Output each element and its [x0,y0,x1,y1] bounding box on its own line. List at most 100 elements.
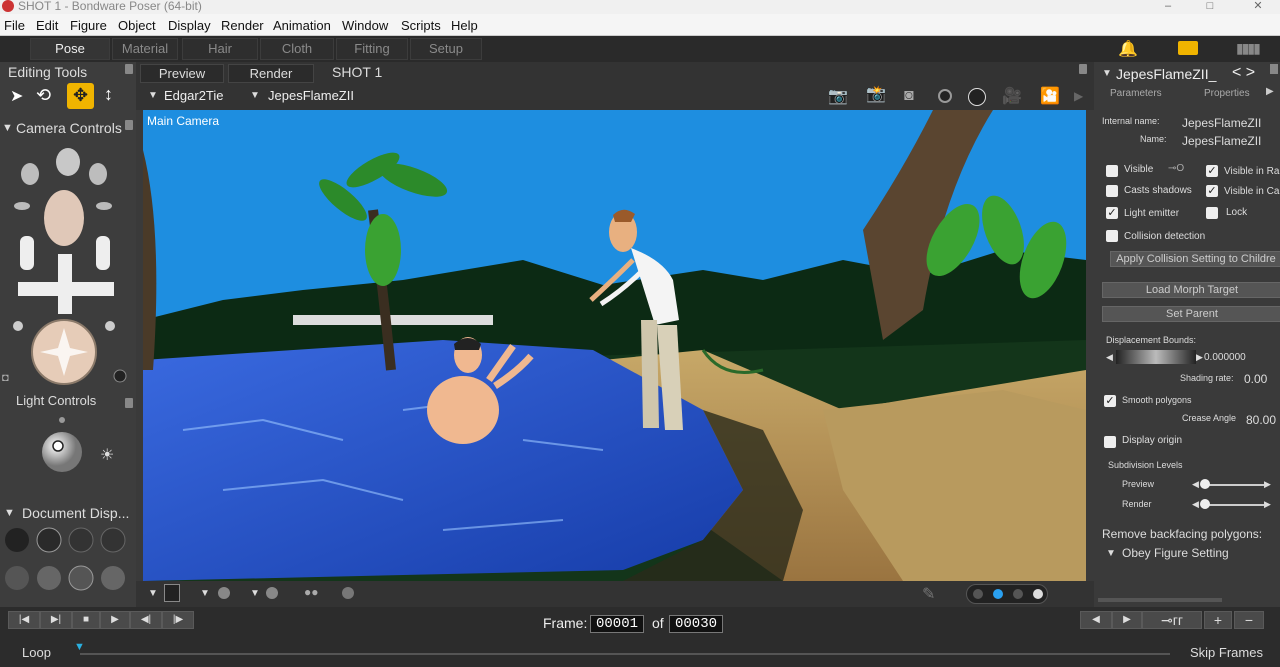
panel-menu-icon[interactable] [125,120,133,130]
translate-tool-icon[interactable]: ✥ [67,83,94,109]
move-vertical-icon[interactable]: ↕ [104,84,113,105]
actor-select[interactable]: JepesFlameZII [268,88,354,103]
displacement-dial[interactable] [1116,350,1196,364]
camera-flash-icon[interactable]: 📸 [866,84,886,104]
group-camera-icon[interactable]: 🎦 [1040,86,1060,106]
visible-checkbox[interactable] [1106,165,1118,177]
layout-dot-active[interactable] [993,589,1003,599]
tab-parameters[interactable]: Parameters [1110,88,1162,99]
rotate-tool-icon[interactable]: ⟲ [36,85,51,106]
displacement-value[interactable]: 0.000000 [1204,352,1246,363]
set-parent-button[interactable]: Set Parent [1102,306,1280,322]
dropdown-arrow-icon[interactable]: ▼ [1106,548,1116,559]
total-frames-field[interactable]: 00030 [669,615,723,633]
dropdown-arrow-icon[interactable]: ▼ [200,588,210,599]
dropdown-arrow-icon[interactable]: ▼ [250,588,260,599]
menu-window[interactable]: Window [342,18,388,33]
collapse-arrow-icon[interactable]: ▼ [1102,68,1112,79]
dial-arrow-icon[interactable]: ◀ [1106,352,1113,363]
minimize-icon[interactable]: – [1158,0,1178,12]
slider-thumb[interactable] [1200,499,1210,509]
menu-help[interactable]: Help [451,18,478,33]
particle-icon[interactable]: ●● [304,585,319,599]
tab-hair[interactable]: Hair [182,38,258,60]
display-style-icon[interactable] [266,587,278,599]
playhead-marker[interactable]: ▼ [74,641,85,653]
slider-right-icon[interactable]: ▶ [1264,499,1271,510]
tab-render[interactable]: Render [228,64,314,83]
next-keyframe-button[interactable]: ▶ [1112,611,1142,629]
maximize-icon[interactable]: □ [1200,0,1220,12]
display-style-grid[interactable] [2,526,128,606]
menu-edit[interactable]: Edit [36,18,58,33]
panel-menu-icon[interactable] [125,398,133,408]
display-style-icon[interactable] [218,587,230,599]
shading-rate-value[interactable]: 0.00 [1244,372,1267,386]
prev-key-button[interactable]: ▶| [40,611,72,629]
current-frame-field[interactable]: 00001 [590,615,644,633]
visible-in-raytracing-checkbox[interactable]: ✓ [1206,165,1218,177]
chat-icon[interactable] [1178,41,1198,55]
layout-box-icon[interactable] [164,584,180,602]
tab-preview[interactable]: Preview [140,64,224,83]
step-back-button[interactable]: ◀| [130,611,162,629]
figure-select[interactable]: Edgar2Tie [164,88,224,103]
layout-dot[interactable] [973,589,983,599]
panel-scrollbar[interactable] [1098,598,1222,602]
layout-dot[interactable] [1033,589,1043,599]
camera-frame-icon[interactable]: ◙ [904,87,914,105]
dropdown-arrow-icon[interactable]: ▼ [148,90,158,101]
add-keyframe-button[interactable]: + [1204,611,1232,629]
sphere-icon[interactable] [342,587,354,599]
first-frame-button[interactable]: |◀ [8,611,40,629]
tab-properties[interactable]: Properties [1204,88,1250,99]
menu-animation[interactable]: Animation [273,18,331,33]
light-emitter-checkbox[interactable]: ✓ [1106,207,1118,219]
dropdown-arrow-icon[interactable]: ▼ [250,90,260,101]
menu-figure[interactable]: Figure [70,18,107,33]
library-icon[interactable]: ▮▮▮▮ [1236,40,1261,57]
preview-subdivision-slider[interactable] [1202,484,1264,486]
panel-menu-icon[interactable] [125,64,133,74]
play-button[interactable]: ▶ [100,611,130,629]
movie-camera-icon[interactable]: 🎥 [1002,86,1022,106]
render-sphere-icon[interactable] [938,89,952,103]
collapse-arrow-icon[interactable]: ▼ [2,122,13,134]
panel-menu-icon[interactable] [1079,64,1087,74]
slider-left-icon[interactable]: ◀ [1192,479,1199,490]
lighting-sphere-icon[interactable] [968,88,986,106]
collapse-arrow-icon[interactable]: ▼ [4,507,15,519]
timeline-scrubber[interactable] [80,653,1170,655]
obey-figure-select[interactable]: Obey Figure Setting [1122,546,1229,560]
tab-setup[interactable]: Setup [410,38,482,60]
lock-checkbox[interactable] [1206,207,1218,219]
tab-cloth[interactable]: Cloth [260,38,334,60]
layout-dot[interactable] [1013,589,1023,599]
display-origin-checkbox[interactable] [1104,436,1116,448]
last-frame-button[interactable]: |▶ [162,611,194,629]
menu-render[interactable]: Render [221,18,264,33]
name-field[interactable]: JepesFlameZII [1182,134,1261,148]
tab-fitting[interactable]: Fitting [336,38,408,60]
apply-collision-button[interactable]: Apply Collision Setting to Childre [1110,251,1280,267]
camera-snapshot-icon[interactable]: 📷 [828,86,848,106]
tab-material[interactable]: Material [112,38,178,60]
visible-in-camera-checkbox[interactable]: ✓ [1206,185,1218,197]
chevron-right-icon[interactable]: ▶ [1074,89,1083,103]
pen-icon[interactable]: ✎ [922,584,935,604]
stop-button[interactable]: ■ [72,611,100,629]
menu-object[interactable]: Object [118,18,156,33]
collision-detection-checkbox[interactable] [1106,230,1118,242]
dropdown-arrow-icon[interactable]: ▼ [148,588,158,599]
menu-file[interactable]: File [4,18,25,33]
bell-icon[interactable]: 🔔 [1118,39,1138,59]
dial-arrow-icon[interactable]: ▶ [1196,352,1203,363]
slider-left-icon[interactable]: ◀ [1192,499,1199,510]
menu-scripts[interactable]: Scripts [401,18,441,33]
chevron-right-icon[interactable]: ▶ [1266,86,1274,97]
slider-right-icon[interactable]: ▶ [1264,479,1271,490]
crease-angle-value[interactable]: 80.00 [1246,413,1276,427]
casts-shadows-checkbox[interactable] [1106,185,1118,197]
tab-pose[interactable]: Pose [30,38,110,60]
remove-keyframe-button[interactable]: − [1234,611,1264,629]
